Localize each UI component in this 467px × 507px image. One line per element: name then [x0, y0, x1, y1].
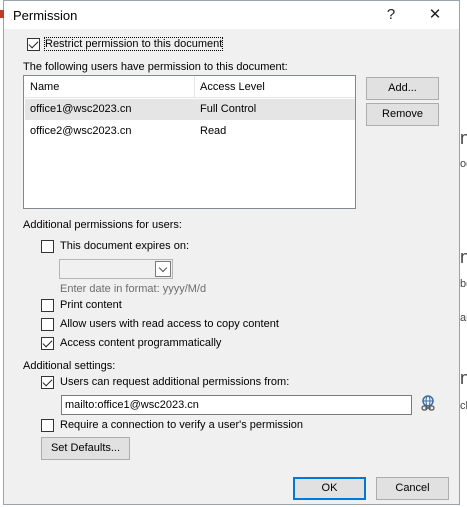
verify-connection-label[interactable]: Require a connection to verify a user's … — [60, 419, 303, 431]
date-format-hint: Enter date in format: yyyy/M/d — [60, 283, 207, 295]
window-title: Permission — [13, 8, 78, 23]
background-text: nt — [460, 247, 467, 267]
user-row[interactable]: office2@wsc2023.cn Read — [25, 121, 355, 142]
background-document: nt og nt be ar n cl — [460, 0, 467, 507]
restrict-permission-checkbox[interactable] — [27, 38, 40, 51]
background-text: ar — [460, 312, 467, 324]
ok-button[interactable]: OK — [293, 477, 366, 500]
expires-checkbox[interactable] — [41, 240, 54, 253]
user-row[interactable]: office1@wsc2023.cn Full Control — [25, 99, 355, 120]
set-defaults-button[interactable]: Set Defaults... — [41, 437, 130, 460]
permission-dialog: Permission ? ✕ Restrict permission to th… — [3, 0, 460, 505]
expires-label[interactable]: This document expires on: — [60, 240, 189, 252]
help-button[interactable]: ? — [378, 3, 404, 27]
user-access-level: Read — [200, 125, 227, 137]
add-user-button[interactable]: Add... — [366, 77, 439, 100]
request-permissions-checkbox[interactable] — [41, 376, 54, 389]
user-access-level: Full Control — [200, 103, 257, 115]
background-marker — [0, 10, 4, 18]
users-section-label: The following users have permission to t… — [23, 61, 288, 73]
cancel-button[interactable]: Cancel — [376, 477, 449, 500]
title-bar: Permission ? ✕ — [4, 1, 459, 29]
copy-content-checkbox[interactable] — [41, 318, 54, 331]
request-permissions-label[interactable]: Users can request additional permissions… — [60, 376, 289, 388]
chevron-down-icon[interactable] — [155, 261, 171, 277]
user-name: office2@wsc2023.cn — [30, 125, 132, 137]
column-header-access-level[interactable]: Access Level — [200, 81, 265, 93]
address-book-link-icon[interactable] — [419, 394, 437, 414]
copy-content-label[interactable]: Allow users with read access to copy con… — [60, 318, 279, 330]
access-programmatically-label[interactable]: Access content programmatically — [60, 337, 221, 349]
additional-permissions-label: Additional permissions for users: — [23, 219, 182, 231]
remove-user-button[interactable]: Remove — [366, 103, 439, 126]
access-programmatically-checkbox[interactable] — [41, 337, 54, 350]
request-permissions-field[interactable] — [62, 396, 411, 414]
users-list[interactable]: Name Access Level office1@wsc2023.cn Ful… — [23, 75, 356, 209]
background-text: n — [460, 368, 467, 388]
background-text: og — [460, 158, 467, 170]
background-text: cl — [460, 400, 467, 412]
restrict-permission-label[interactable]: Restrict permission to this document — [43, 37, 224, 51]
background-text: nt — [460, 128, 467, 148]
close-button[interactable]: ✕ — [422, 3, 448, 27]
request-permissions-input[interactable] — [61, 395, 412, 415]
user-name: office1@wsc2023.cn — [30, 103, 132, 115]
background-text: be — [460, 278, 467, 290]
print-content-label[interactable]: Print content — [60, 299, 122, 311]
expiry-date-picker[interactable] — [59, 259, 173, 279]
users-list-header: Name Access Level — [24, 76, 355, 98]
print-content-checkbox[interactable] — [41, 299, 54, 312]
column-header-name[interactable]: Name — [30, 81, 59, 93]
verify-connection-checkbox[interactable] — [41, 419, 54, 432]
additional-settings-label: Additional settings: — [23, 360, 116, 372]
